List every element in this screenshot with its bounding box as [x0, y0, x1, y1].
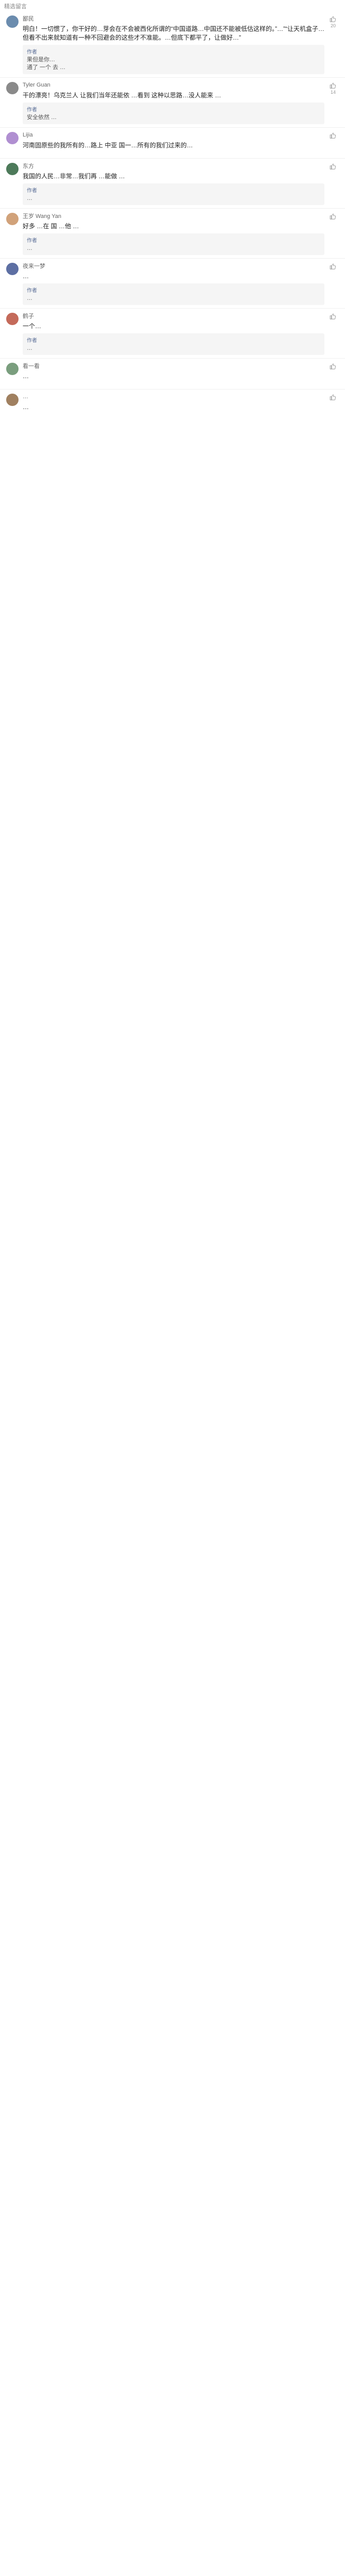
comment-item: 东方我国的人民…非常…我们再 …能做 … 作者… [0, 158, 345, 208]
comment-username[interactable]: 王岁 Wang Yan [23, 212, 61, 220]
comment-username[interactable]: 鄙民 [23, 14, 34, 23]
reply-author: 作者 [27, 288, 37, 294]
reply-text: 安全依然 … [27, 114, 57, 121]
comment-item: 鄙民 20 明白！一切惯了，你干好的…芽会在不会被西化所谓的“中国道路…中国还不能被… [0, 11, 345, 77]
thumbs-up-icon [330, 132, 336, 139]
comment-text: 干的漂亮！乌克兰人 让我们当年还能依 …看到 这种以思路…没人能来 … [23, 92, 221, 99]
comment-item: 夜来一梦… 作者… [0, 258, 345, 308]
comment-text: 河南固原些的我所有的…路上 中亚 国一…所有的我们过来的… [23, 142, 193, 149]
comment-text: 一个… [23, 323, 42, 330]
reply-text: … [27, 195, 32, 201]
comment-header: 看一看 [23, 362, 324, 370]
comment-item: Lijia 河南固原些的我所有的…路上 中亚 国一…所有的我们过来的… [0, 127, 345, 158]
reply-author: 作者 [27, 338, 37, 344]
avatar[interactable] [6, 394, 19, 406]
thumbs-up-icon [330, 394, 336, 400]
comment-text: 明白！一切惯了，你干好的…芽会在不会被西化所谓的“中国道路…中国还不能被低估这样… [23, 25, 324, 41]
avatar[interactable] [6, 363, 19, 375]
comment-item: 看一看 … [0, 358, 345, 389]
reply-author: 作者 [27, 107, 37, 113]
comment-header: Tyler Guan [23, 81, 324, 89]
avatar[interactable] [6, 132, 19, 144]
reply-text: 果但是你… 通了 一个 去 … [27, 57, 66, 71]
comments-page: 精选留言 鄙民 20 明白！一切惯了，你干好的…芽会在不会被西化所谓的“中国道路…中… [0, 0, 345, 425]
comment-username[interactable]: Tyler Guan [23, 82, 50, 88]
comment-username[interactable]: 东方 [23, 162, 34, 170]
author-reply: 作者… [23, 183, 324, 205]
avatar[interactable] [6, 15, 19, 28]
comment-list: 鄙民 20 明白！一切惯了，你干好的…芽会在不会被西化所谓的“中国道路…中国还不能被… [0, 11, 345, 420]
reply-author: 作者 [27, 49, 37, 55]
avatar[interactable] [6, 163, 19, 175]
author-reply: 作者 安全依然 … [23, 103, 324, 124]
comment-header: Lijia [23, 131, 324, 139]
comment-username[interactable]: … [23, 394, 28, 400]
avatar[interactable] [6, 313, 19, 325]
thumbs-up-icon [330, 213, 336, 219]
comment-text: … [23, 372, 29, 380]
comment-text: … [23, 403, 29, 411]
like-button[interactable] [327, 213, 339, 221]
reply-author: 作者 [27, 188, 37, 194]
comment-header: 夜来一梦 [23, 262, 324, 270]
comment-header: 王岁 Wang Yan [23, 212, 324, 220]
author-reply: 作者… [23, 283, 324, 305]
like-button[interactable] [327, 363, 339, 370]
reply-author: 作者 [27, 238, 37, 244]
reply-text: … [27, 295, 32, 301]
author-reply: 作者… [23, 233, 324, 255]
author-reply: 作者果但是你… 通了 一个 去 … [23, 45, 324, 74]
comment-text: 好多 …在 国 …他 … [23, 223, 79, 230]
thumbs-up-icon [330, 163, 336, 170]
like-button[interactable] [327, 163, 339, 171]
like-button[interactable] [327, 313, 339, 320]
author-reply: 作者… [23, 333, 324, 355]
thumbs-up-icon [330, 363, 336, 369]
thumbs-up-icon [330, 16, 336, 22]
like-button[interactable] [327, 132, 339, 140]
comment-username[interactable]: Lijia [23, 132, 33, 138]
avatar[interactable] [6, 263, 19, 275]
comment-username[interactable]: 看一看 [23, 362, 40, 370]
avatar[interactable] [6, 213, 19, 225]
comment-username[interactable]: 鹤子 [23, 312, 34, 320]
comment-username[interactable]: 夜来一梦 [23, 262, 45, 270]
like-button[interactable]: 14 [327, 82, 339, 95]
thumbs-up-icon [330, 263, 336, 269]
section-title: 精选留言 [4, 4, 27, 10]
comment-header: 鄙民 [23, 14, 324, 23]
reply-text: … [27, 345, 32, 351]
like-button[interactable] [327, 394, 339, 401]
comment-header: 鹤子 [23, 312, 324, 320]
like-button[interactable]: 20 [327, 15, 339, 28]
like-count: 14 [330, 90, 336, 95]
thumbs-up-icon [330, 313, 336, 319]
comment-text: … [23, 273, 29, 280]
comment-header: 东方 [23, 162, 324, 170]
like-button[interactable] [327, 263, 339, 270]
avatar[interactable] [6, 82, 19, 94]
comment-header: … [23, 393, 324, 401]
reply-text: … [27, 245, 32, 251]
comment-item: 鹤子一个… 作者… [0, 308, 345, 358]
like-count: 20 [330, 23, 336, 28]
comment-text: 我国的人民…非常…我们再 …能做 … [23, 173, 125, 180]
comment-item: Tyler Guan 14 干的漂亮！乌克兰人 让我们当年还能依 …看到 这种以思路… [0, 77, 345, 127]
thumbs-up-icon [330, 82, 336, 89]
comment-item: …… [0, 389, 345, 420]
comment-item: 王岁 Wang Yan 好多 …在 国 …他 … 作者… [0, 208, 345, 258]
